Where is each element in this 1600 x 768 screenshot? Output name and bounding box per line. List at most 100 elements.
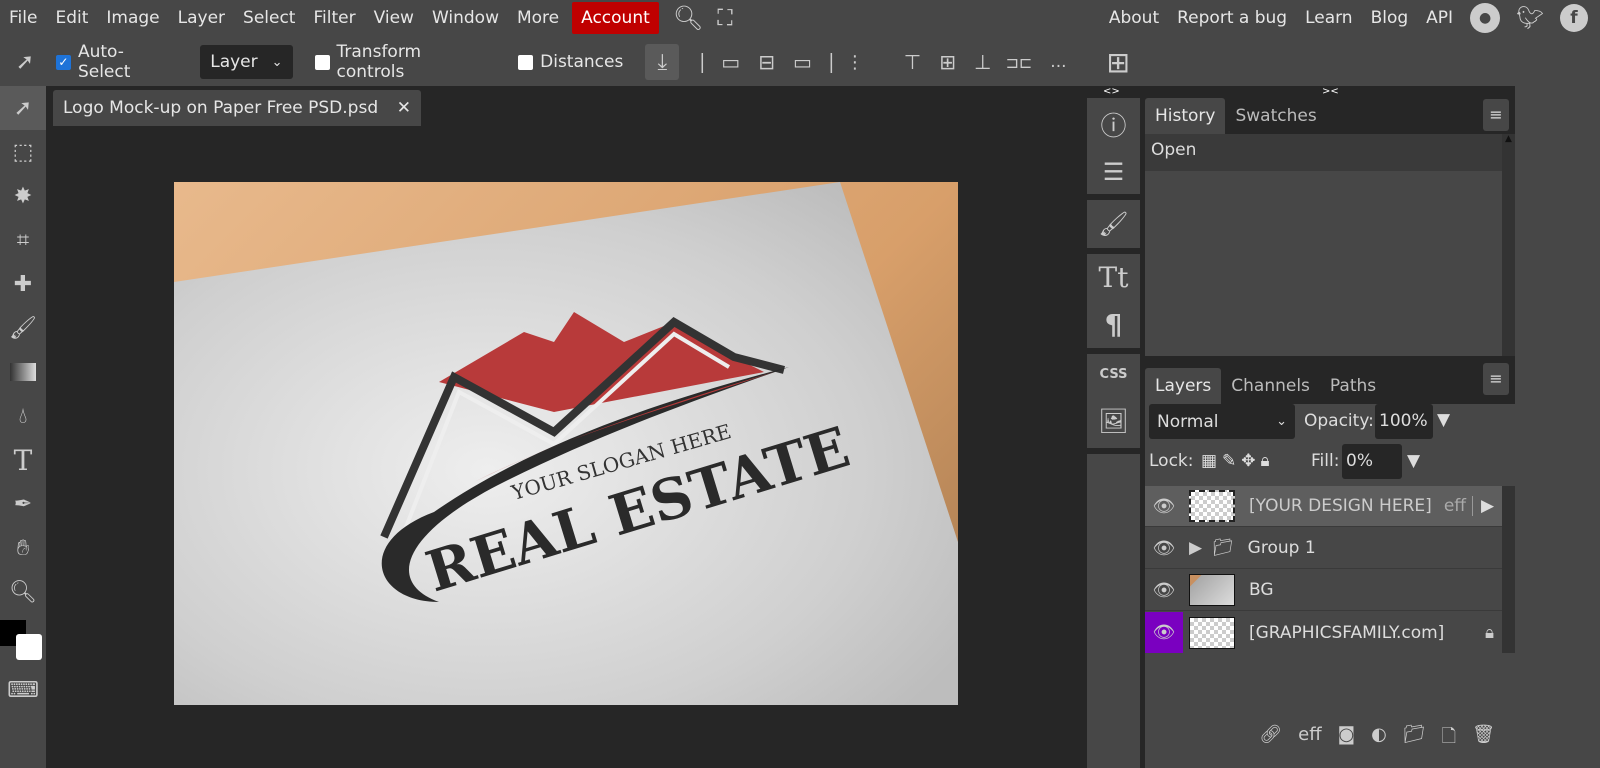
align-middle-v-icon[interactable]: ⊞ [939,50,956,74]
distribute-v-icon[interactable]: ⋮ [846,52,864,73]
history-scrollbar[interactable]: ▲ [1502,134,1515,356]
marquee-tool-icon[interactable]: ⬚ [0,130,46,174]
menu-window[interactable]: Window [423,2,508,34]
visibility-eye-icon[interactable]: 👁︎ [1145,612,1183,653]
history-panel-menu-icon[interactable]: ≡ [1483,99,1509,131]
menu-more[interactable]: More [508,2,568,34]
healing-brush-icon[interactable]: ✚ [0,262,46,306]
paragraph-icon[interactable]: ¶ [1105,308,1123,341]
align-center-h-icon[interactable]: ⊟ [758,50,775,74]
history-item[interactable]: Open [1145,134,1502,171]
opacity-input[interactable]: 100% [1375,404,1433,439]
background-color[interactable] [16,634,42,660]
align-right-icon[interactable]: ▭⎹ [793,50,832,74]
layer-row[interactable]: 👁︎ BG [1145,570,1502,611]
expand-panels-button[interactable]: <> [1103,86,1120,97]
menu-layer[interactable]: Layer [169,2,234,34]
tab-channels[interactable]: Channels [1221,368,1320,404]
menu-view[interactable]: View [365,2,423,34]
layer-row[interactable]: 👁︎ [GRAPHICSFAMILY.com] 🔒︎ [1145,612,1502,653]
menu-blog[interactable]: Blog [1362,2,1418,34]
align-bottom-icon[interactable]: ⊥ [974,50,991,74]
image-icon[interactable]: 🖼︎ [1098,407,1128,435]
facebook-icon[interactable]: f [1560,4,1588,32]
tab-layers[interactable]: Layers [1145,368,1222,404]
type-tool-icon[interactable]: T [0,438,46,482]
align-left-icon[interactable]: ⎸▭ [701,50,740,74]
link-icon[interactable]: 🔗︎ [1259,724,1282,754]
tab-paths[interactable]: Paths [1320,368,1386,404]
layers-scrollbar[interactable] [1502,486,1515,653]
distribute-h-icon[interactable]: ⊐⊏ [1005,53,1032,72]
auto-select-checkbox[interactable]: ✓ Auto-Select [55,42,176,82]
layer-row[interactable]: 👁︎ ▶ 📁︎ Group 1 [1145,528,1502,569]
download-icon[interactable]: ⤓ [645,44,680,80]
visibility-eye-icon[interactable]: 👁︎ [1145,528,1183,569]
expand-effects-icon[interactable]: ▶ [1472,496,1502,516]
menu-image[interactable]: Image [97,2,168,34]
zoom-tool-icon[interactable]: 🔍︎ [0,570,46,614]
add-effect-button[interactable]: eff [1298,724,1321,754]
distances-checkbox[interactable]: Distances [518,52,623,72]
align-top-icon[interactable]: ⊤ [904,50,921,74]
reddit-icon[interactable]: ● [1470,3,1501,33]
menu-report-bug[interactable]: Report a bug [1168,2,1296,34]
brush-settings-icon[interactable]: 🖌︎ [1098,210,1128,238]
layers-panel-menu-icon[interactable]: ≡ [1483,363,1509,395]
grid-icon[interactable]: ⊞ [1107,46,1130,79]
menu-select[interactable]: Select [234,2,304,34]
document-tab[interactable]: Logo Mock-up on Paper Free PSD.psd ✕ [53,90,421,126]
delete-icon[interactable]: 🗑︎ [1472,724,1495,754]
keyboard-icon[interactable]: ⌨ [0,668,46,712]
search-icon[interactable]: 🔍︎ [673,4,703,32]
visibility-eye-icon[interactable]: 👁︎ [1145,486,1183,527]
css-icon[interactable]: CSS [1100,367,1128,382]
account-button[interactable]: Account [572,2,659,34]
opacity-slider-icon[interactable]: ▼ [1437,410,1450,430]
layer-name: [YOUR DESIGN HERE] [1249,496,1432,516]
menu-api[interactable]: API [1417,2,1462,34]
fill-slider-icon[interactable]: ▼ [1407,451,1420,471]
gradient-tool-icon[interactable] [0,350,46,394]
hand-tool-icon[interactable]: ✋︎ [0,526,46,570]
menu-file[interactable]: File [0,2,46,34]
menu-learn[interactable]: Learn [1296,2,1362,34]
mask-icon[interactable]: ◙ [1338,724,1355,754]
twitter-icon[interactable]: 🐦︎ [1516,6,1544,31]
new-group-icon[interactable]: 📁︎ [1403,724,1426,754]
fill-input[interactable]: 0% [1342,444,1402,479]
layer-row[interactable]: 👁︎ [YOUR DESIGN HERE] eff ▶ [1145,486,1502,527]
move-tool-icon[interactable]: ➚ [0,86,46,130]
blur-tool-icon[interactable]: 💧︎ [0,394,46,438]
more-options-button[interactable]: ... [1050,52,1066,72]
new-layer-icon[interactable]: 🗋 [1442,724,1456,754]
menu-edit[interactable]: Edit [46,2,97,34]
close-tab-icon[interactable]: ✕ [397,98,411,118]
blend-mode-dropdown[interactable]: Normal ⌄ [1149,404,1295,439]
panel-group-3: Tt ¶ [1087,254,1140,348]
layer-effects-label[interactable]: eff [1444,496,1472,516]
pen-tool-icon[interactable]: ✒ [0,482,46,526]
fullscreen-icon[interactable]: ⛶ [717,6,732,31]
adjustments-icon[interactable]: ☰ [1103,158,1125,186]
character-icon[interactable]: Tt [1099,261,1129,294]
lock-icons[interactable]: ▦✎✥🔒︎ [1201,451,1275,471]
tab-history[interactable]: History [1145,98,1226,134]
tab-swatches[interactable]: Swatches [1225,98,1326,134]
magic-wand-icon[interactable]: ✸ [0,174,46,218]
color-swatches[interactable] [0,614,46,668]
visibility-eye-icon[interactable]: 👁︎ [1145,570,1183,611]
info-icon[interactable]: ⓘ [1100,106,1126,143]
auto-select-target-dropdown[interactable]: Layer ⌄ [200,45,293,79]
adjustment-layer-icon[interactable]: ◐ [1371,724,1387,754]
menu-about[interactable]: About [1100,2,1168,34]
layer-name: Group 1 [1247,538,1316,558]
brush-tool-icon[interactable]: 🖌︎ [0,306,46,350]
lock-label: Lock: [1149,451,1194,471]
crop-tool-icon[interactable]: ⌗ [0,218,46,262]
transform-controls-checkbox[interactable]: Transform controls [314,42,495,82]
document-canvas[interactable]: YOUR SLOGAN HERE REAL ESTATE [174,182,958,705]
auto-select-label: Auto-Select [77,42,131,82]
expand-group-icon[interactable]: ▶ [1189,538,1202,558]
menu-filter[interactable]: Filter [304,2,364,34]
